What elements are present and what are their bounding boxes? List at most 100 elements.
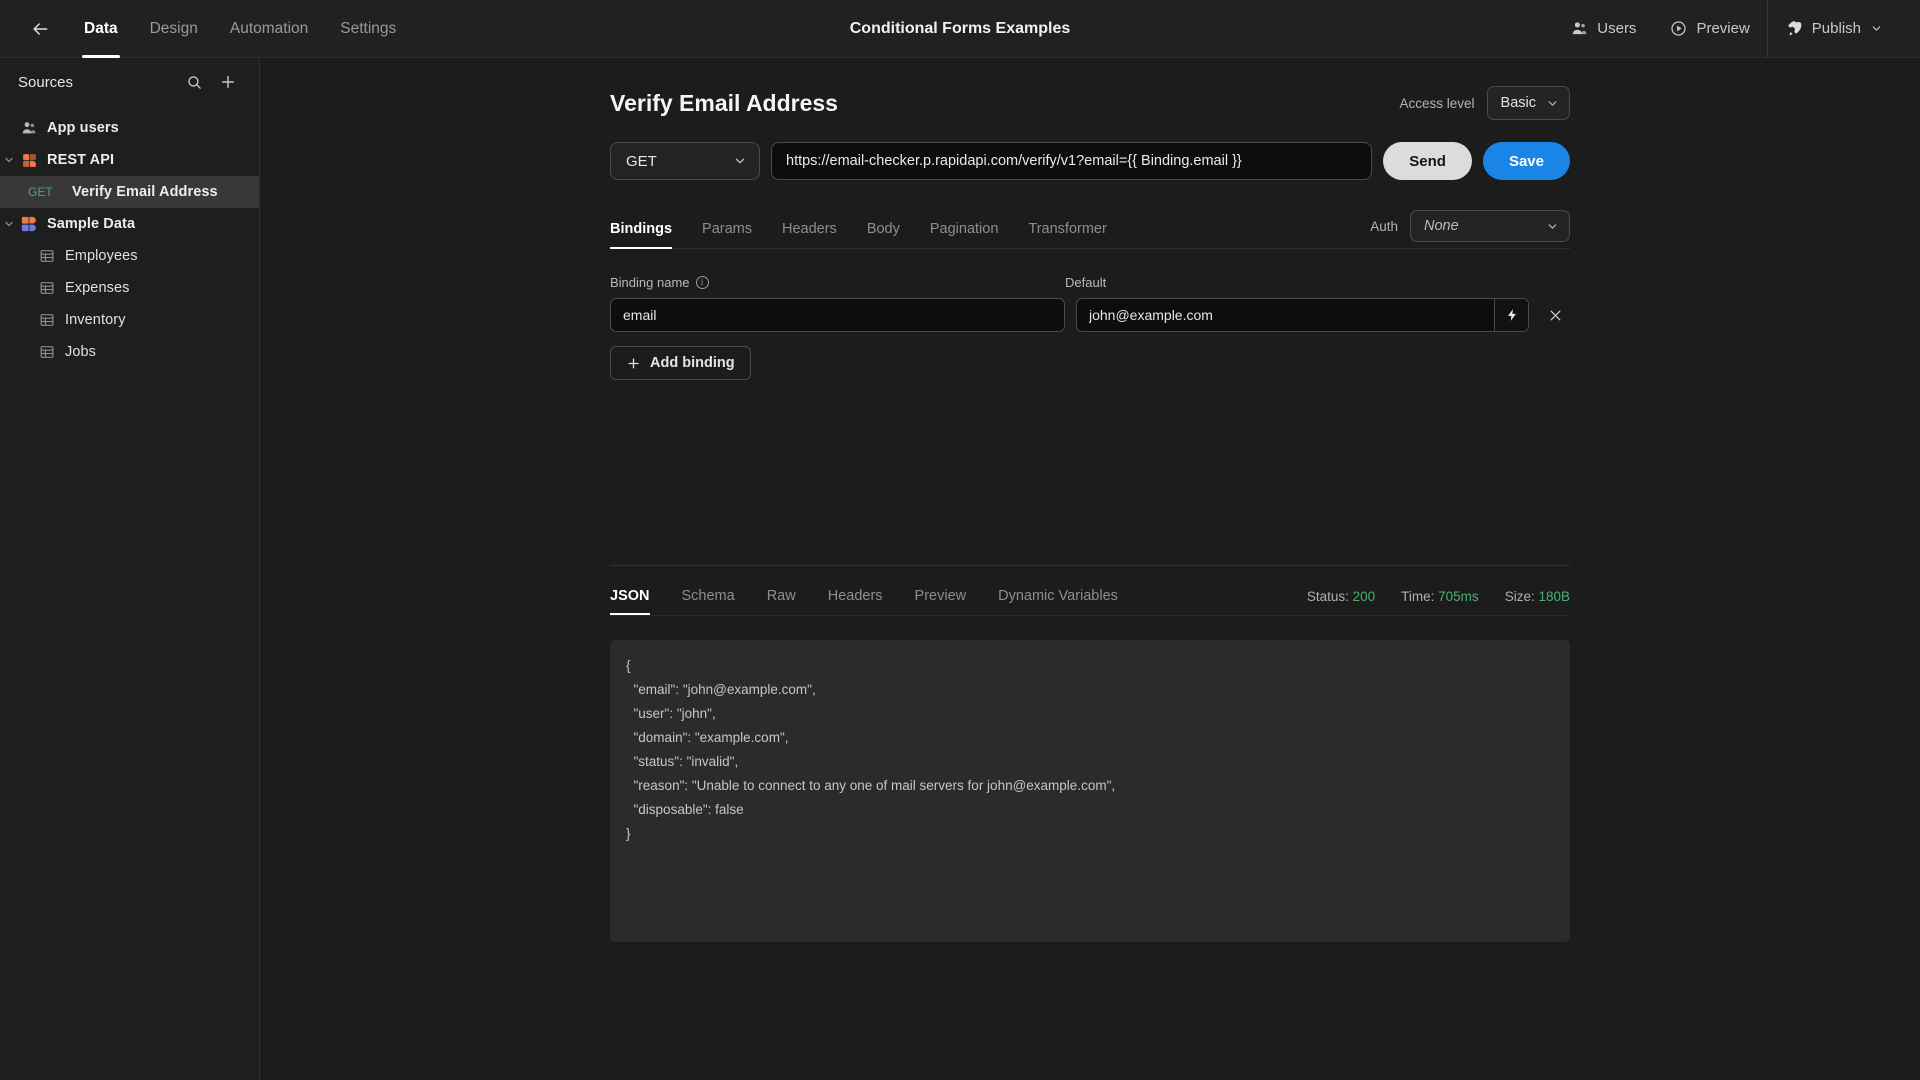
status-value: 200: [1352, 588, 1376, 604]
binding-name-input[interactable]: [610, 298, 1065, 332]
auth-value: None: [1424, 218, 1459, 234]
chevron-down-icon[interactable]: [0, 154, 18, 166]
sidebar-item-rest-api[interactable]: REST API: [0, 144, 259, 176]
tab-label: Pagination: [929, 221, 999, 237]
sidebar-item-app-users[interactable]: App users: [0, 112, 259, 144]
auth-label: Auth: [1370, 218, 1398, 234]
nav-tab-automation-label: Automation: [229, 19, 309, 37]
auth-select[interactable]: None: [1410, 210, 1570, 242]
publish-button[interactable]: Publish: [1768, 0, 1900, 58]
sidebar-item-label: Verify Email Address: [72, 184, 218, 200]
rocket-icon: [1787, 20, 1802, 35]
request-header-row: Verify Email Address Access level Basic: [610, 86, 1570, 120]
tab-headers[interactable]: Headers: [768, 221, 851, 248]
access-level-select[interactable]: Basic: [1486, 86, 1570, 120]
tab-label: Params: [702, 221, 752, 237]
lightning-bolt-icon: [1507, 309, 1516, 321]
chevron-down-icon: [735, 158, 745, 164]
response-tab-label: Dynamic Variables: [998, 588, 1118, 604]
nav-tab-settings-label: Settings: [340, 19, 397, 37]
tab-params[interactable]: Params: [688, 221, 766, 248]
tab-pagination[interactable]: Pagination: [916, 221, 1013, 248]
response-tab-label: Schema: [681, 588, 735, 604]
sidebar-item-sample-data[interactable]: Sample Data: [0, 208, 259, 240]
add-source-button[interactable]: [213, 67, 243, 97]
binding-default-label: Default: [1065, 275, 1107, 290]
remove-binding-button[interactable]: [1540, 300, 1570, 330]
add-binding-label: Add binding: [650, 355, 735, 371]
table-icon: [36, 280, 58, 296]
time-meta: Time: 705ms: [1401, 589, 1479, 604]
tab-transformer[interactable]: Transformer: [1014, 221, 1120, 248]
response-tab-dynamic-variables[interactable]: Dynamic Variables: [982, 588, 1134, 615]
binding-default-group: [1076, 298, 1529, 332]
sources-tree: App users REST API GET Verify Email Addr…: [0, 106, 259, 368]
top-bar-actions: Users Preview Publish: [1554, 0, 1920, 58]
time-value: 705ms: [1438, 588, 1479, 604]
response-tabs-row: JSON Schema Raw Headers Preview Dynamic …: [610, 566, 1570, 616]
tab-label: Bindings: [610, 221, 673, 237]
binding-default-column-header: Default: [1065, 275, 1106, 290]
back-button[interactable]: [18, 7, 62, 51]
users-button[interactable]: Users: [1554, 0, 1653, 58]
sidebar-item-verify-email-address[interactable]: GET Verify Email Address: [0, 176, 259, 208]
sample-data-icon: [18, 215, 40, 233]
response-tab-label: Preview: [914, 588, 967, 604]
response-tab-schema[interactable]: Schema: [666, 588, 751, 615]
bindings-panel: Binding name i Default email john@exampl…: [610, 249, 1570, 380]
response-tab-label: Raw: [766, 588, 796, 604]
sidebar-item-employees[interactable]: Employees: [0, 240, 259, 272]
main-content: Verify Email Address Access level Basic …: [260, 58, 1920, 1080]
sidebar-header-actions: [179, 67, 243, 97]
access-level-group: Access level Basic: [1399, 86, 1570, 120]
tab-bindings[interactable]: Bindings: [610, 221, 686, 249]
search-sources-button[interactable]: [179, 67, 209, 97]
sidebar-header: Sources: [0, 58, 259, 106]
request-url-input[interactable]: [771, 142, 1373, 180]
response-tab-json[interactable]: JSON: [610, 588, 666, 615]
response-tab-label: Headers: [827, 588, 883, 604]
size-label: Size:: [1504, 588, 1535, 604]
sidebar-item-expenses[interactable]: Expenses: [0, 272, 259, 304]
save-button[interactable]: Save: [1482, 142, 1570, 180]
info-icon[interactable]: i: [695, 276, 709, 289]
nav-tab-design[interactable]: Design: [134, 0, 214, 58]
lightning-bolt-button[interactable]: [1494, 299, 1528, 331]
tab-label: Body: [866, 221, 900, 237]
send-button[interactable]: Send: [1383, 142, 1472, 180]
chevron-down-icon[interactable]: [0, 218, 18, 230]
sidebar-item-label: Jobs: [65, 344, 97, 360]
size-value: 180B: [1538, 588, 1570, 604]
response-tab-preview[interactable]: Preview: [899, 588, 983, 615]
chevron-down-icon: [1548, 100, 1557, 106]
sidebar-item-label: Inventory: [65, 312, 126, 328]
sidebar-item-inventory[interactable]: Inventory: [0, 304, 259, 336]
sidebar-title: Sources: [18, 73, 74, 91]
size-meta: Size: 180B: [1505, 589, 1570, 604]
response-tab-headers[interactable]: Headers: [812, 588, 899, 615]
chevron-down-icon: [1872, 26, 1881, 31]
tab-label: Transformer: [1028, 221, 1107, 237]
access-level-label: Access level: [1399, 95, 1475, 111]
binding-row: [610, 298, 1570, 332]
time-label: Time:: [1401, 588, 1435, 604]
add-binding-button[interactable]: Add binding: [610, 346, 751, 380]
http-method-select[interactable]: GET: [610, 142, 760, 180]
publish-label: Publish: [1811, 20, 1861, 37]
response-tab-label: JSON: [610, 588, 650, 604]
nav-tab-settings[interactable]: Settings: [324, 0, 412, 58]
top-bar: Data Design Automation Settings Conditio…: [0, 0, 1920, 58]
preview-button[interactable]: Preview: [1653, 0, 1766, 58]
sidebar-item-jobs[interactable]: Jobs: [0, 336, 259, 368]
bindings-column-headers: Binding name i Default: [610, 275, 1570, 290]
preview-label: Preview: [1696, 20, 1750, 37]
status-label: Status:: [1306, 588, 1349, 604]
sidebar-item-label: Sample Data: [47, 216, 136, 232]
binding-default-input[interactable]: [1077, 299, 1494, 331]
tab-body[interactable]: Body: [853, 221, 914, 248]
response-tab-raw[interactable]: Raw: [751, 588, 812, 615]
nav-tab-data[interactable]: Data: [68, 0, 134, 58]
nav-tab-automation[interactable]: Automation: [214, 0, 324, 58]
response-json-panel[interactable]: { "email": "john@example.com", "user": "…: [610, 640, 1570, 942]
sidebar: Sources App users REST API GET Verify Em…: [0, 58, 260, 1080]
